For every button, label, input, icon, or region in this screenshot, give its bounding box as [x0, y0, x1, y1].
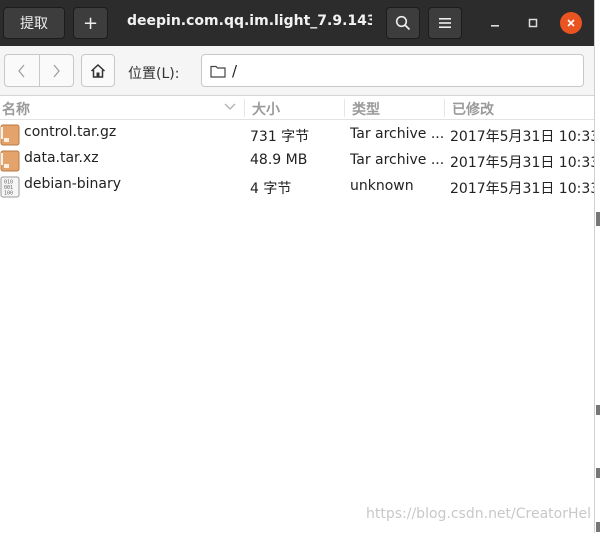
chevron-left-icon	[17, 64, 25, 77]
close-icon	[567, 19, 575, 27]
search-button[interactable]	[386, 7, 420, 39]
location-field[interactable]: /	[201, 54, 584, 87]
add-files-button[interactable]: +	[73, 7, 108, 39]
column-separator	[444, 99, 445, 117]
column-separator	[244, 99, 245, 117]
binary-file-icon: 010 001 100	[0, 176, 20, 198]
file-type: Tar archive ...	[350, 152, 444, 168]
file-size: 4 字节	[250, 181, 292, 197]
forward-button[interactable]	[38, 55, 74, 86]
column-separator	[344, 99, 345, 117]
file-name: data.tar.xz	[24, 150, 99, 166]
sort-chevron-down-icon	[224, 103, 236, 110]
edge-mark	[596, 468, 600, 478]
location-path: /	[232, 62, 238, 80]
file-type: unknown	[350, 178, 414, 194]
archive-icon	[0, 124, 20, 146]
file-row[interactable]: 010 001 100 debian-binary 4 字节 unknown 2…	[0, 174, 594, 200]
file-modified: 2017年5月31日 10:33	[450, 155, 594, 171]
header-bar: 提取 + deepin.com.qq.im.light_7.9.1430...	[0, 0, 594, 46]
file-roller-window: 提取 + deepin.com.qq.im.light_7.9.1430...	[0, 0, 594, 533]
watermark: https://blog.csdn.net/CreatorHel	[366, 506, 592, 522]
file-name: debian-binary	[24, 176, 122, 192]
back-button[interactable]	[5, 55, 39, 86]
edge-mark	[596, 212, 600, 226]
archive-icon	[0, 150, 20, 172]
file-row[interactable]: control.tar.gz 731 字节 Tar archive ... 20…	[0, 122, 594, 148]
maximize-button[interactable]	[521, 11, 545, 35]
home-icon	[90, 63, 106, 78]
svg-text:100: 100	[4, 191, 13, 197]
location-label: 位置(L):	[128, 66, 180, 82]
file-size: 731 字节	[250, 129, 310, 145]
location-bar: 位置(L): /	[0, 46, 594, 96]
hamburger-icon	[439, 18, 451, 28]
file-modified: 2017年5月31日 10:33	[450, 129, 594, 145]
maximize-icon	[528, 18, 538, 28]
extract-button[interactable]: 提取	[3, 7, 65, 39]
file-type: Tar archive ...	[350, 126, 444, 142]
file-name: control.tar.gz	[24, 124, 117, 140]
minimize-button[interactable]	[483, 11, 507, 35]
file-size: 48.9 MB	[250, 152, 308, 168]
column-type-header[interactable]: 类型	[352, 99, 380, 119]
minimize-icon	[491, 25, 499, 27]
folder-icon	[210, 65, 226, 78]
close-button[interactable]	[560, 12, 582, 34]
nav-button-group	[4, 54, 74, 87]
home-button[interactable]	[81, 54, 115, 87]
menu-button[interactable]	[428, 7, 462, 39]
column-modified-header[interactable]: 已修改	[452, 99, 494, 119]
file-modified: 2017年5月31日 10:33	[450, 181, 594, 197]
column-size-header[interactable]: 大小	[252, 99, 280, 119]
edge-mark	[596, 522, 600, 532]
edge-mark	[596, 405, 600, 415]
file-row[interactable]: data.tar.xz 48.9 MB Tar archive ... 2017…	[0, 148, 594, 174]
chevron-right-icon	[53, 64, 61, 77]
window-title: deepin.com.qq.im.light_7.9.1430...	[127, 13, 372, 29]
search-icon	[395, 15, 411, 31]
column-name-header[interactable]: 名称	[2, 99, 30, 119]
background-window-edge	[594, 0, 600, 533]
column-header: 名称 大小 类型 已修改	[0, 96, 594, 120]
